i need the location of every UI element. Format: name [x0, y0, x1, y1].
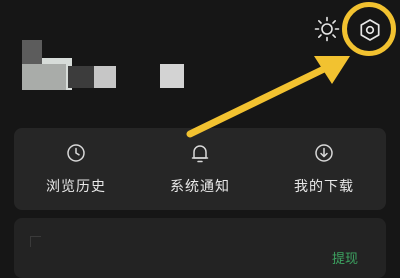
clock-icon: [66, 142, 86, 164]
sun-icon[interactable]: [314, 16, 340, 42]
browse-history-label: 浏览历史: [46, 179, 106, 195]
avatar-pixel: [68, 66, 94, 88]
withdraw-link[interactable]: 提现: [332, 248, 358, 267]
my-downloads-button[interactable]: 我的下载: [262, 128, 386, 210]
wallet-card: 提现: [14, 218, 386, 278]
download-icon: [314, 142, 334, 164]
avatar-pixel: [22, 64, 66, 90]
avatar-pixel: [22, 40, 42, 64]
bell-icon: [190, 142, 210, 164]
system-notification-label: 系统通知: [170, 179, 230, 195]
quick-actions-card: 浏览历史 系统通知 我的下载: [14, 128, 386, 210]
my-downloads-label: 我的下载: [294, 179, 354, 195]
system-notification-button[interactable]: 系统通知: [138, 128, 262, 210]
browse-history-button[interactable]: 浏览历史: [14, 128, 138, 210]
avatar-pixel: [94, 66, 116, 88]
username-blurred: [160, 64, 184, 88]
highlight-circle: [342, 2, 396, 56]
wallet-decoration: [30, 236, 41, 247]
top-bar: [0, 0, 400, 60]
